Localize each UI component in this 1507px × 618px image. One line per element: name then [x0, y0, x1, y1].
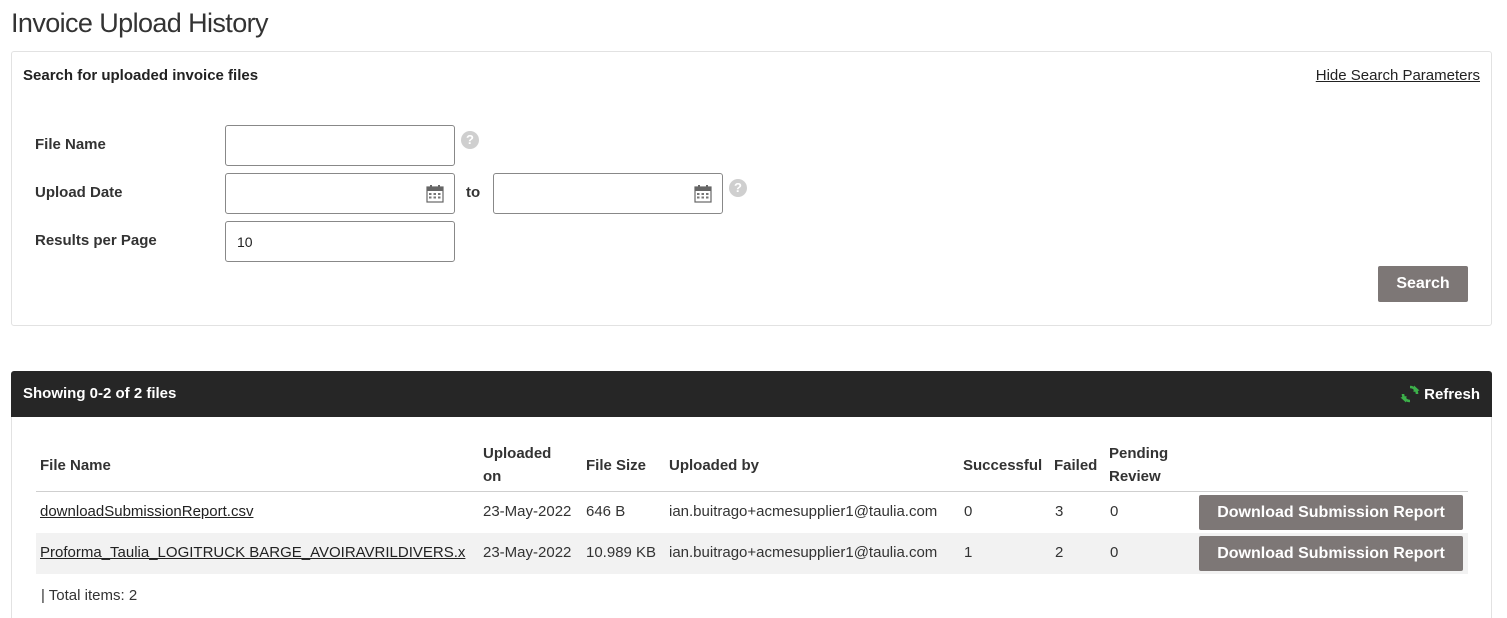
column-header-failed: Failed — [1054, 457, 1098, 474]
pending-review-cell: 0 — [1110, 544, 1119, 561]
hide-search-parameters-link[interactable]: Hide Search Parameters — [1316, 67, 1480, 84]
successful-count-cell: 0 — [964, 503, 973, 520]
column-header-file-size: File Size — [586, 457, 647, 474]
upload-date-to-input[interactable] — [493, 173, 723, 214]
calendar-icon[interactable] — [694, 185, 712, 203]
uploaded-by-cell: ian.buitrago+acmesupplier1@taulia.com — [669, 544, 938, 561]
failed-count-cell: 3 — [1055, 503, 1064, 520]
uploaded-on-cell: 23-May-2022 — [483, 544, 572, 561]
column-header-uploaded-on-line2: on — [483, 468, 502, 485]
file-name-label: File Name — [35, 136, 106, 153]
column-header-pending-review: Pending Review — [1109, 442, 1168, 488]
download-submission-report-button[interactable]: Download Submission Report — [1199, 536, 1463, 571]
column-header-uploaded-on: Uploaded on — [483, 442, 551, 488]
results-table: File Name Uploaded on File Size Uploaded… — [11, 417, 1492, 618]
refresh-icon[interactable] — [1400, 384, 1420, 404]
failed-count-cell: 2 — [1055, 544, 1064, 561]
file-size-cell: 10.989 KB — [586, 544, 657, 561]
file-name-link[interactable]: Proforma_Taulia_LOGITRUCK BARGE_AVOIRAVR… — [40, 544, 465, 561]
table-row: Proforma_Taulia_LOGITRUCK BARGE_AVOIRAVR… — [36, 533, 1468, 574]
results-per-page-label: Results per Page — [35, 232, 157, 249]
column-header-pending-review-line2: Review — [1109, 468, 1161, 485]
table-row: downloadSubmissionReport.csv 23-May-2022… — [36, 492, 1468, 533]
column-header-file-name: File Name — [40, 457, 111, 474]
download-submission-report-button[interactable]: Download Submission Report — [1199, 495, 1463, 530]
results-per-page-input[interactable] — [225, 221, 455, 262]
results-header-bar: Showing 0-2 of 2 files Refresh — [11, 371, 1492, 417]
file-size-cell: 646 B — [586, 503, 626, 520]
question-circle-icon[interactable]: ? — [461, 131, 479, 149]
column-header-pending-review-line1: Pending — [1109, 445, 1169, 462]
uploaded-by-cell: ian.buitrago+acmesupplier1@taulia.com — [669, 503, 938, 520]
search-panel: Search for uploaded invoice files Hide S… — [11, 51, 1492, 326]
search-button[interactable]: Search — [1378, 266, 1468, 302]
file-name-input[interactable] — [225, 125, 455, 166]
page-title: Invoice Upload History — [11, 8, 269, 38]
upload-date-from-input[interactable] — [225, 173, 455, 214]
search-panel-heading: Search for uploaded invoice files — [23, 67, 259, 84]
column-header-uploaded-on-line1: Uploaded — [483, 445, 552, 462]
upload-date-label: Upload Date — [35, 184, 123, 201]
date-range-to-label: to — [466, 184, 481, 201]
results-summary: Showing 0-2 of 2 files — [23, 385, 177, 402]
calendar-icon[interactable] — [426, 185, 444, 203]
question-circle-icon[interactable]: ? — [729, 179, 747, 197]
successful-count-cell: 1 — [964, 544, 973, 561]
column-header-uploaded-by: Uploaded by — [669, 457, 760, 474]
uploaded-on-cell: 23-May-2022 — [483, 503, 572, 520]
refresh-label: Refresh — [1424, 385, 1480, 403]
file-name-link[interactable]: downloadSubmissionReport.csv — [40, 503, 253, 520]
refresh-button[interactable]: Refresh — [1400, 384, 1480, 404]
column-header-successful: Successful — [963, 457, 1043, 474]
total-items: | Total items: 2 — [41, 587, 138, 604]
pending-review-cell: 0 — [1110, 503, 1119, 520]
